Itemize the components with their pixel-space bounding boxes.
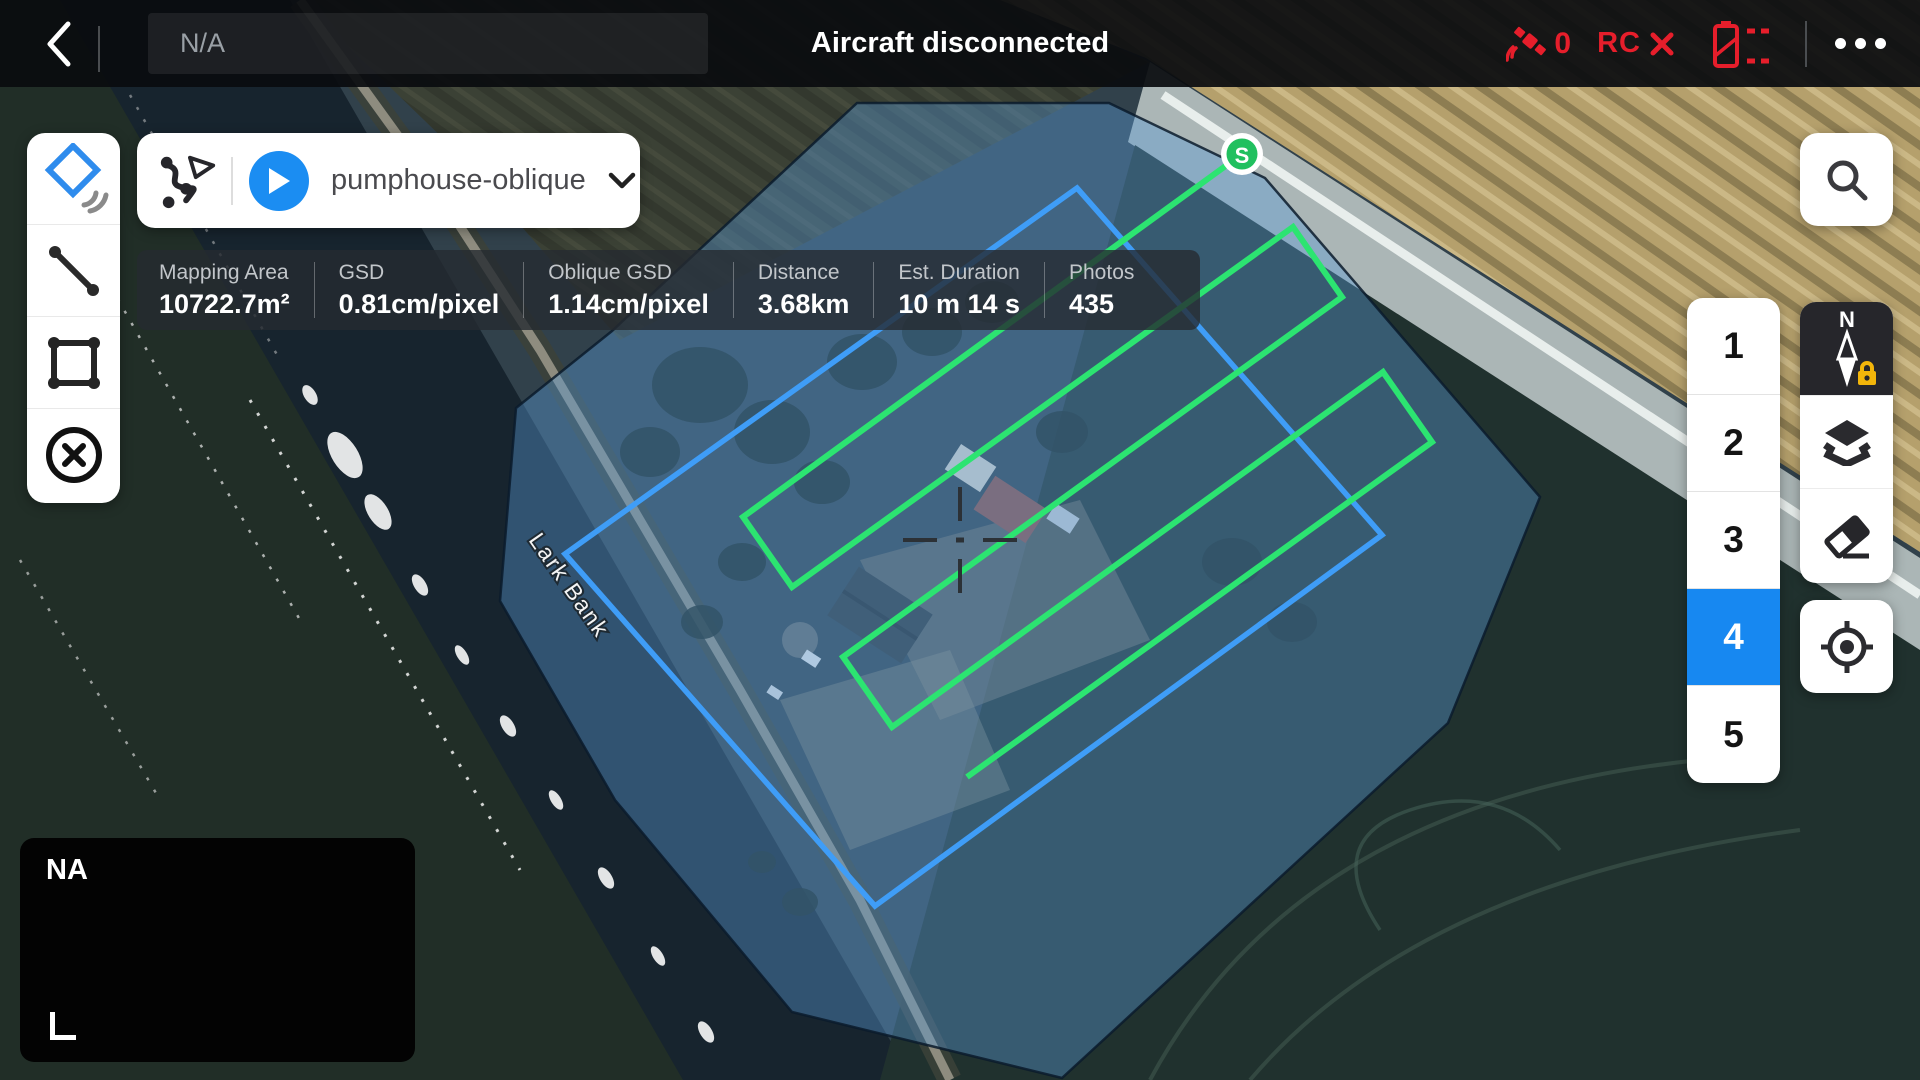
stat-gsd: GSD 0.81cm/pixel xyxy=(315,262,525,318)
top-status-bar: N/A Aircraft disconnected 0 RC xyxy=(0,0,1920,87)
back-button[interactable] xyxy=(34,18,84,70)
stat-label: Distance xyxy=(757,261,840,284)
stat-label: Oblique GSD xyxy=(548,261,672,284)
stat-oblique-gsd: Oblique GSD 1.14cm/pixel xyxy=(524,262,734,318)
camera-feed-status: NA xyxy=(46,854,88,886)
dot-icon xyxy=(1855,38,1866,49)
eraser-icon xyxy=(1823,515,1870,559)
more-menu-button[interactable] xyxy=(1831,28,1890,59)
stat-value: 1.14cm/pixel xyxy=(548,289,709,319)
lock-icon xyxy=(1857,361,1876,386)
stat-value: 0.81cm/pixel xyxy=(338,289,500,319)
mission-route-icon xyxy=(160,155,216,208)
stat-photos: Photos 435 xyxy=(1045,262,1158,318)
waypoint-item-4[interactable]: 4 xyxy=(1687,589,1780,686)
mission-panel: pumphouse-oblique xyxy=(137,133,640,228)
map-search-button[interactable] xyxy=(1800,133,1893,226)
stat-value: 10722.7m² xyxy=(159,289,290,319)
play-icon xyxy=(269,167,290,194)
satellite-icon xyxy=(1506,26,1547,62)
topbar-divider-right xyxy=(1805,20,1807,67)
draw-tool-rail xyxy=(27,133,120,503)
line-path-icon xyxy=(48,245,99,296)
camera-feed-preview[interactable]: NA xyxy=(20,838,415,1062)
back-icon xyxy=(47,21,71,67)
map-tools-rail: N xyxy=(1800,302,1893,583)
rc-disconnected-x-icon xyxy=(1650,32,1674,55)
stat-duration: Est. Duration 10 m 14 s xyxy=(874,262,1045,318)
rc-label: RC xyxy=(1597,27,1641,59)
diamond-area-icon xyxy=(44,142,108,213)
stat-label: Mapping Area xyxy=(159,261,289,284)
rectangle-corners-icon xyxy=(47,336,100,389)
topbar-divider xyxy=(98,26,100,72)
waypoint-item-5[interactable]: 5 xyxy=(1687,686,1780,783)
layers-icon xyxy=(1822,419,1871,466)
locate-me-button[interactable] xyxy=(1800,600,1893,693)
mission-name-field[interactable]: N/A xyxy=(148,13,708,74)
start-marker-label: S xyxy=(1235,143,1250,168)
mission-panel-divider xyxy=(231,156,233,205)
app-screen: Lark Bank S N/A Aircraft disconnected 0 … xyxy=(0,0,1920,1080)
compass-north-label: N xyxy=(1839,307,1855,332)
start-mission-button[interactable] xyxy=(249,150,309,211)
stat-value: 10 m 14 s xyxy=(898,289,1020,319)
stat-label: GSD xyxy=(338,261,385,284)
satellite-status: 0 xyxy=(1506,23,1571,65)
rc-status: RC xyxy=(1597,27,1675,60)
map-eraser-button[interactable] xyxy=(1800,489,1893,583)
tool-area-mapping[interactable] xyxy=(27,133,120,225)
waypoint-item-1[interactable]: 1 xyxy=(1687,298,1780,395)
stat-mapping-area: Mapping Area 10722.7m² xyxy=(137,262,315,318)
waypoint-number-list: 1 2 3 4 5 xyxy=(1687,298,1780,783)
compass-icon: N xyxy=(1835,307,1876,388)
waypoint-item-3[interactable]: 3 xyxy=(1687,492,1780,589)
compass-north-lock-button[interactable]: N xyxy=(1800,302,1893,396)
tool-rectangle[interactable] xyxy=(27,317,120,409)
dot-icon xyxy=(1835,38,1846,49)
satellite-count: 0 xyxy=(1554,26,1572,60)
map-layers-button[interactable] xyxy=(1800,396,1893,490)
stat-label: Est. Duration xyxy=(898,261,1020,284)
expand-corner-icon xyxy=(50,1012,76,1040)
cancel-circle-x-icon xyxy=(45,427,102,483)
mission-stats-bar: Mapping Area 10722.7m² GSD 0.81cm/pixel … xyxy=(137,250,1200,330)
tool-cancel[interactable] xyxy=(27,409,120,501)
stat-value: 435 xyxy=(1069,289,1115,319)
waypoint-item-2[interactable]: 2 xyxy=(1687,395,1780,492)
battery-status xyxy=(1709,18,1775,70)
search-icon xyxy=(1827,160,1867,200)
stat-label: Photos xyxy=(1069,261,1135,284)
battery-unknown-icon xyxy=(1713,20,1769,68)
mission-selector[interactable]: pumphouse-oblique xyxy=(331,164,586,197)
tool-linear-path[interactable] xyxy=(27,225,120,317)
chevron-down-icon xyxy=(608,172,635,188)
locate-crosshair-icon xyxy=(1820,620,1873,673)
start-marker[interactable]: S xyxy=(1221,133,1263,175)
stat-value: 3.68km xyxy=(757,289,850,319)
dot-icon xyxy=(1875,38,1886,49)
stat-distance: Distance 3.68km xyxy=(734,262,875,318)
